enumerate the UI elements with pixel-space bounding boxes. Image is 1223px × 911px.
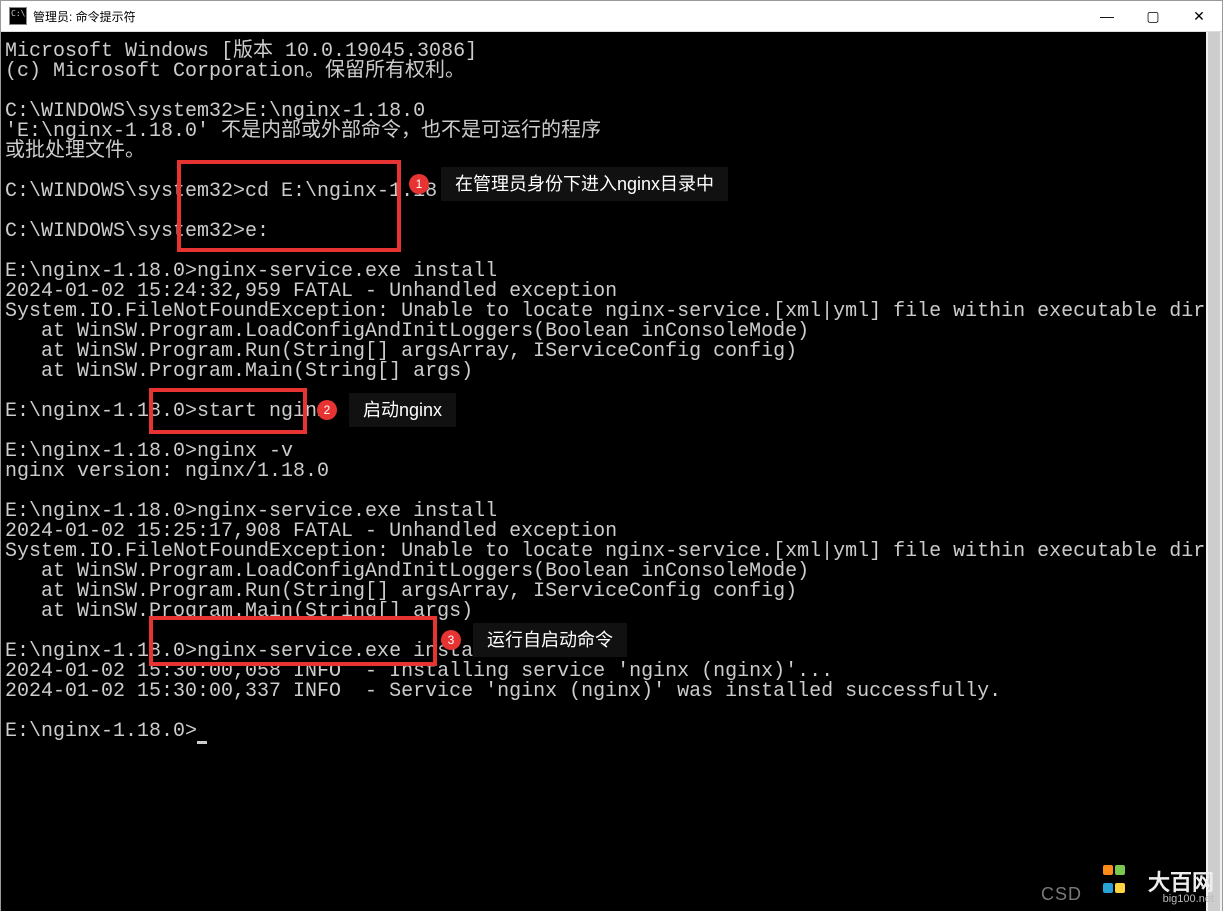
terminal-line: C:\WINDOWS\system32>cd E:\nginx-1.18.0 <box>5 182 461 202</box>
cmd-window: 管理员: 命令提示符 — ▢ ✕ Microsoft Windows [版本 1… <box>0 0 1223 911</box>
terminal-line: E:\nginx-1.18.0> <box>5 722 207 742</box>
terminal-line: at WinSW.Program.LoadConfigAndInitLogger… <box>5 562 809 582</box>
annotation-label: 在管理员身份下进入nginx目录中 <box>441 167 728 201</box>
watermark-brand-domain: big100.net <box>1148 894 1214 905</box>
terminal-line: (c) Microsoft Corporation。保留所有权利。 <box>5 62 465 82</box>
annotation-badge: 2 <box>317 400 337 420</box>
annotation-badge: 1 <box>409 174 429 194</box>
terminal-line: C:\WINDOWS\system32>E:\nginx-1.18.0 <box>5 102 425 122</box>
scrollbar[interactable] <box>1206 32 1222 911</box>
watermark-brand: 大百网 big100.net <box>1148 872 1214 905</box>
terminal-line: at WinSW.Program.Main(String[] args) <box>5 602 473 622</box>
cmd-icon <box>9 7 27 25</box>
watermark-brand-name: 大百网 <box>1148 872 1214 894</box>
terminal-line: 'E:\nginx-1.18.0' 不是内部或外部命令，也不是可运行的程序 <box>5 122 601 142</box>
terminal-line: System.IO.FileNotFoundException: Unable … <box>5 542 1222 562</box>
annotation-label: 启动nginx <box>349 393 456 427</box>
terminal-line: C:\WINDOWS\system32>e: <box>5 222 269 242</box>
close-button[interactable]: ✕ <box>1176 1 1222 31</box>
cursor <box>197 741 207 744</box>
minimize-button[interactable]: — <box>1084 1 1130 31</box>
terminal-line: E:\nginx-1.18.0>nginx-service.exe instal… <box>5 262 497 282</box>
watermark-csdn: CSD <box>1041 885 1082 903</box>
window-title: 管理员: 命令提示符 <box>33 8 136 25</box>
terminal-line: at WinSW.Program.Run(String[] argsArray,… <box>5 582 797 602</box>
terminal-area[interactable]: Microsoft Windows [版本 10.0.19045.3086](c… <box>1 32 1222 911</box>
terminal-line: 2024-01-02 15:30:00,058 INFO - Installin… <box>5 662 833 682</box>
terminal-line: E:\nginx-1.18.0>nginx -v <box>5 442 293 462</box>
terminal-line: E:\nginx-1.18.0>nginx-service.exe instal… <box>5 502 497 522</box>
annotation-3: 3 运行自启动命令 <box>441 624 627 656</box>
terminal-line: at WinSW.Program.LoadConfigAndInitLogger… <box>5 322 809 342</box>
maximize-button[interactable]: ▢ <box>1130 1 1176 31</box>
watermark-logo-icon <box>1102 863 1126 899</box>
annotation-2: 2 启动nginx <box>317 394 456 426</box>
terminal-line: at WinSW.Program.Main(String[] args) <box>5 362 473 382</box>
window-buttons: — ▢ ✕ <box>1084 1 1222 31</box>
terminal-line: Microsoft Windows [版本 10.0.19045.3086] <box>5 42 477 62</box>
scrollbar-thumb[interactable] <box>1208 32 1220 911</box>
terminal-line: 2024-01-02 15:30:00,337 INFO - Service '… <box>5 682 1001 702</box>
terminal-line: E:\nginx-1.18.0>nginx-service.exe instal… <box>5 642 497 662</box>
terminal-line: System.IO.FileNotFoundException: Unable … <box>5 302 1222 322</box>
terminal-line: 2024-01-02 15:25:17,908 FATAL - Unhandle… <box>5 522 617 542</box>
terminal-line: E:\nginx-1.18.0>start nginx <box>5 402 329 422</box>
titlebar[interactable]: 管理员: 命令提示符 — ▢ ✕ <box>1 1 1222 32</box>
annotation-badge: 3 <box>441 630 461 650</box>
terminal-line: nginx version: nginx/1.18.0 <box>5 462 329 482</box>
terminal-line: at WinSW.Program.Run(String[] argsArray,… <box>5 342 797 362</box>
terminal-line: 或批处理文件。 <box>5 142 145 162</box>
annotation-1: 1 在管理员身份下进入nginx目录中 <box>409 168 728 200</box>
terminal-line: 2024-01-02 15:24:32,959 FATAL - Unhandle… <box>5 282 617 302</box>
annotation-label: 运行自启动命令 <box>473 623 627 657</box>
